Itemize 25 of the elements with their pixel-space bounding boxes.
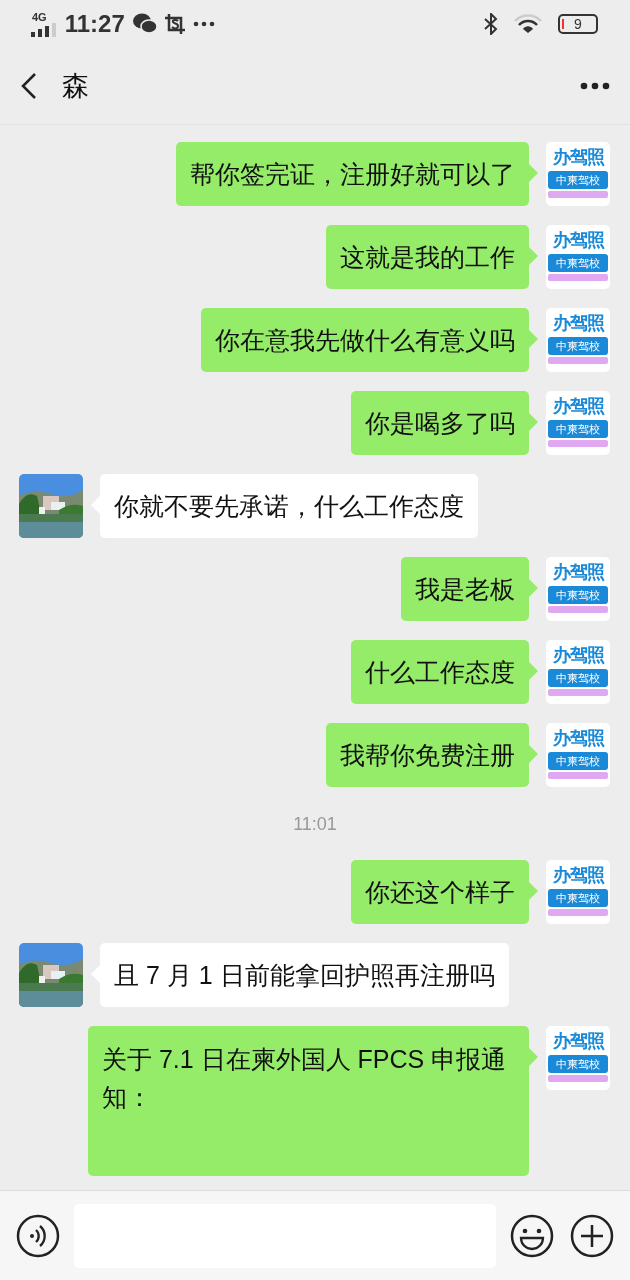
emoji-button[interactable] xyxy=(510,1213,554,1258)
bluetooth-icon xyxy=(484,13,498,35)
avatar-logo[interactable]: 办驾照 中柬驾校 xyxy=(546,391,610,455)
avatar-logo[interactable]: 办驾照 中柬驾校 xyxy=(546,142,610,206)
add-button[interactable] xyxy=(570,1213,614,1258)
screenshot-icon xyxy=(164,14,185,34)
chat-bubbles-icon xyxy=(132,13,157,35)
avatar-logo[interactable]: 办驾照 中柬驾校 xyxy=(546,723,610,787)
timestamp: 11:01 xyxy=(292,813,338,836)
voice-button[interactable] xyxy=(16,1213,60,1258)
battery-level: 9 xyxy=(574,17,582,31)
clock-time: 11:27 xyxy=(64,9,125,39)
signal-icon xyxy=(30,22,57,37)
more-options-icon[interactable] xyxy=(580,82,610,90)
more-icon xyxy=(192,21,215,27)
avatar-logo[interactable]: 办驾照 中柬驾校 xyxy=(546,225,610,289)
avatar-logo[interactable]: 办驾照 中柬驾校 xyxy=(546,640,610,704)
avatar-logo[interactable]: 办驾照 中柬驾校 xyxy=(546,1026,610,1090)
chat-title: 森 xyxy=(62,69,89,103)
back-icon[interactable] xyxy=(20,72,38,100)
network-label: 4G xyxy=(32,11,47,23)
avatar-logo[interactable]: 办驾照 中柬驾校 xyxy=(546,860,610,924)
avatar-logo[interactable]: 办驾照 中柬驾校 xyxy=(546,308,610,372)
wifi-icon xyxy=(514,14,542,34)
avatar-logo[interactable]: 办驾照 中柬驾校 xyxy=(546,557,610,621)
